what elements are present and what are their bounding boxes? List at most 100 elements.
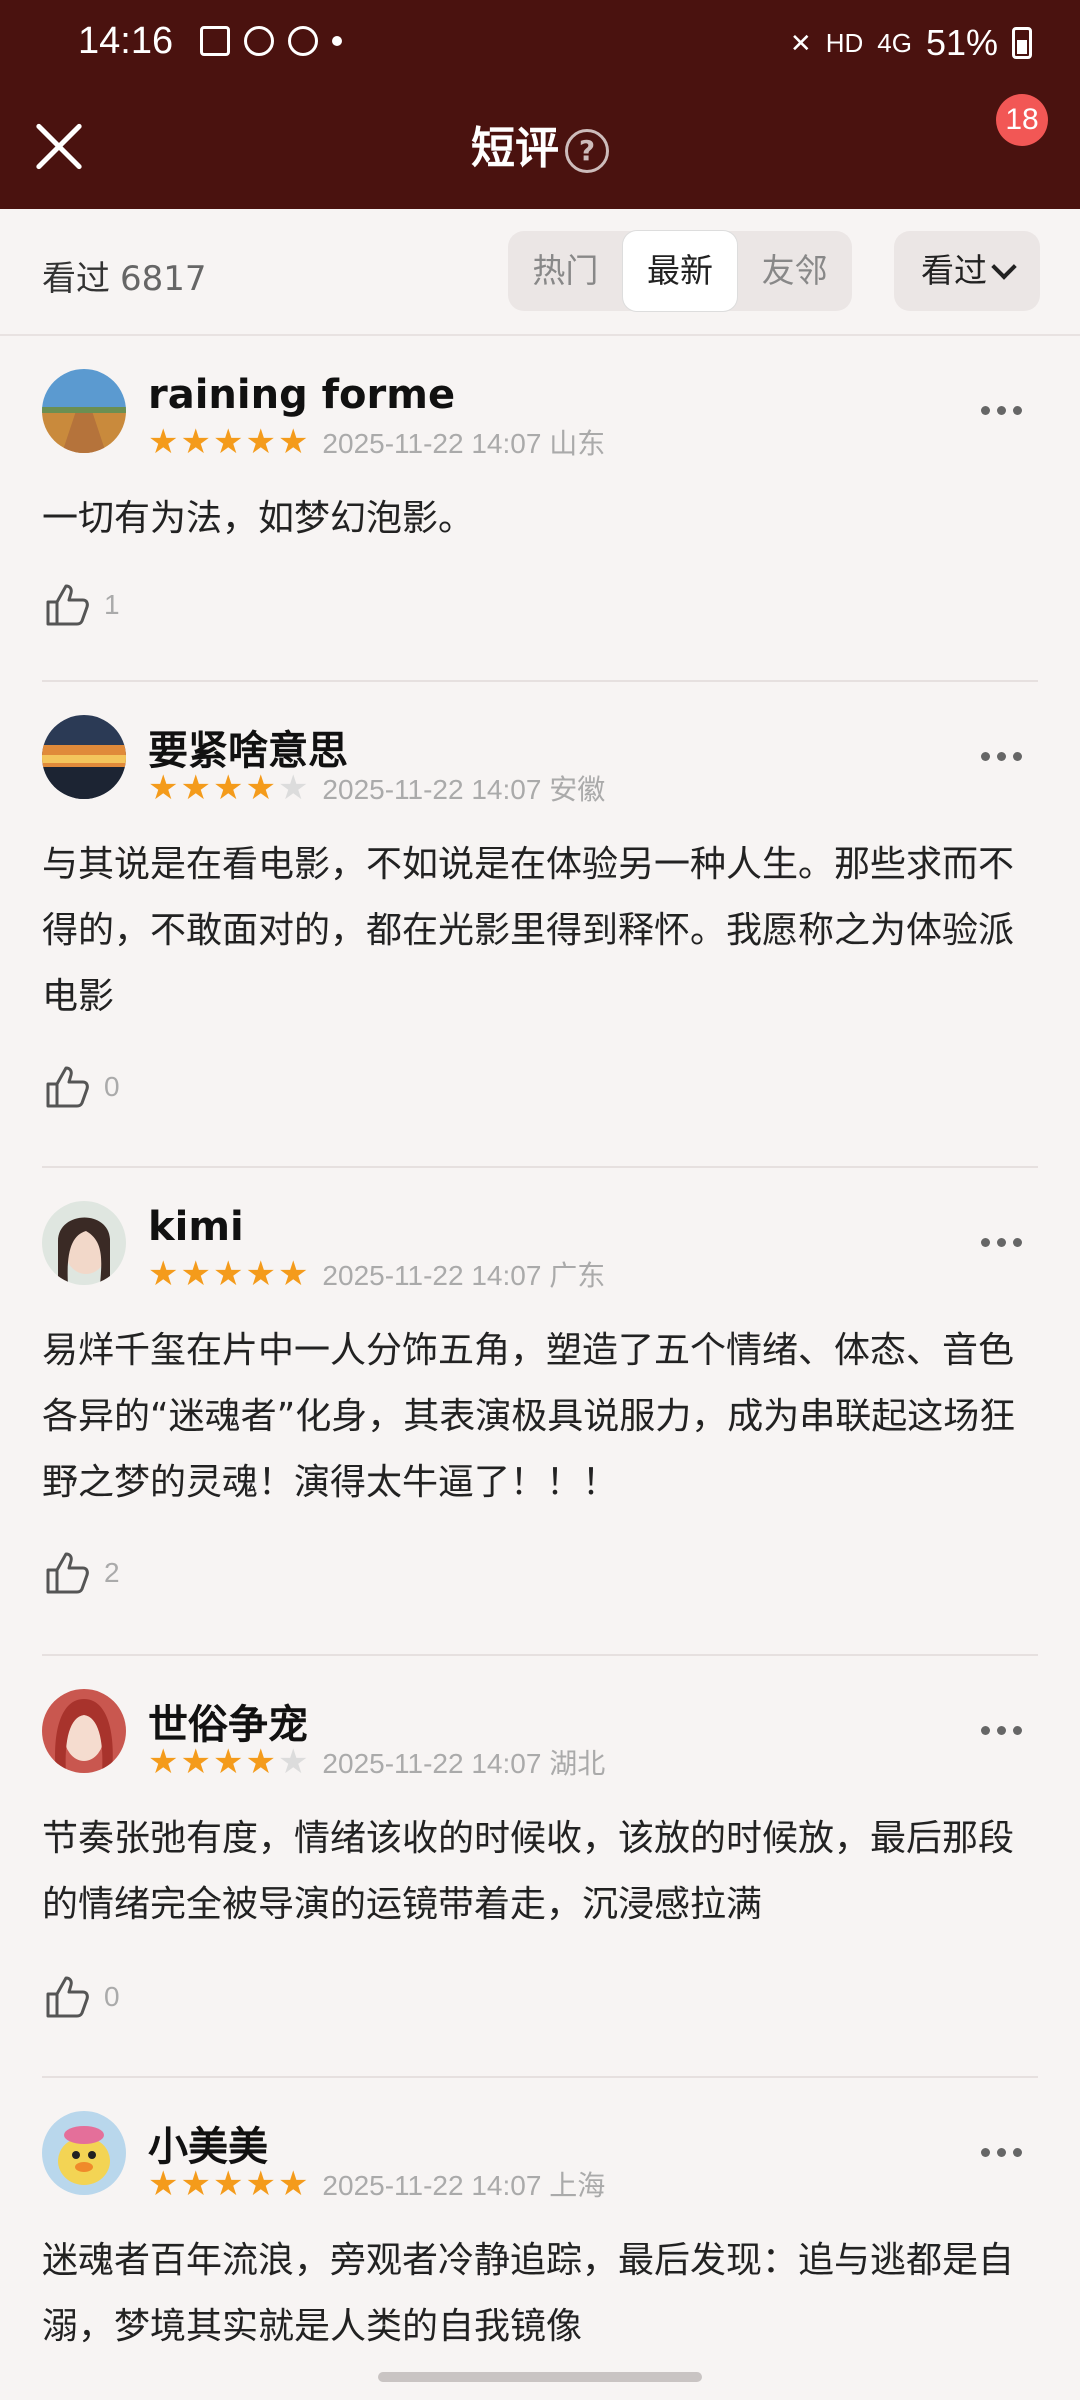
chevron-down-icon [991,254,1017,280]
like-count: 1 [104,589,120,620]
filter-bar: 看过 6817 热门 最新 友邻 看过 [0,209,1080,336]
image-icon [200,26,230,56]
more-icon[interactable] [981,752,1022,761]
rating-stars: ★ ★ ★ ★ ★ [148,1257,308,1291]
tab-latest[interactable]: 最新 [622,231,738,311]
like-count: 0 [104,1071,120,1102]
comment-item: 小美美 ★ ★ ★ ★ ★ 2025-11-22 14:07 上海 迷魂者百年流浪，旁观… [42,2078,1038,2378]
rating-stars: ★ ★ ★ ★ ★ [148,1745,308,1779]
more-icon[interactable] [981,1238,1022,1247]
notification-icons [200,26,342,56]
page-title-text: 短评 [471,123,559,174]
like-count: 0 [104,1981,120,2012]
top-bar: 14:16 ✕ HD 4G 51% 短评? 18 [0,0,1080,209]
star-filled-icon: ★ [277,2164,309,2204]
comment-meta: ★ ★ ★ ★ ★ 2025-11-22 14:07 湖北 [148,1742,605,1782]
like-button[interactable]: 0 [42,1972,120,2022]
star-filled-icon: ★ [212,2164,244,2204]
tab-friends[interactable]: 友邻 [737,231,852,311]
star-filled-icon: ★ [148,1254,179,1294]
star-filled-icon: ★ [212,1254,244,1294]
status-bar: 14:16 ✕ HD 4G 51% [0,0,1080,90]
more-icon[interactable] [981,2148,1022,2157]
more-icon[interactable] [981,406,1022,415]
comment-text: 与其说是在看电影，不如说是在体验另一种人生。那些求而不得的，不敢面对的，都在光影… [42,844,1015,1017]
comment-meta: ★ ★ ★ ★ ★ 2025-11-22 14:07 广东 [148,1254,605,1294]
thumbs-up-icon [46,1552,89,1594]
avatar[interactable] [42,715,126,799]
comment-meta: ★ ★ ★ ★ ★ 2025-11-22 14:07 山东 [148,422,605,462]
home-indicator[interactable] [378,2372,702,2382]
comment-date: 2025-11-22 14:07 广东 [322,1260,606,1291]
rating-stars: ★ ★ ★ ★ ★ [148,2167,308,2201]
page-title: 短评? [0,112,1080,176]
thumbs-up-icon [46,584,89,626]
status-time: 14:16 [78,20,174,62]
comment-date: 2025-11-22 14:07 安徽 [322,774,606,805]
avatar[interactable] [42,1689,126,1773]
star-empty-icon: ★ [277,768,309,808]
comment-item: 世俗争宠 ★ ★ ★ ★ ★ 2025-11-22 14:07 湖北 节奏张弛有度，情绪… [42,1656,1038,2078]
comment-text: 一切有为法，如梦幻泡影。 [42,498,475,539]
avatar[interactable] [42,1201,126,1285]
star-filled-icon: ★ [277,422,309,462]
rating-stars: ★ ★ ★ ★ ★ [148,771,308,805]
battery-percent: 51% [925,22,998,63]
username[interactable]: kimi [148,1204,244,1250]
like-count: 2 [104,1557,120,1588]
help-icon[interactable]: ? [565,129,609,173]
dropdown-label: 看过 [921,251,987,290]
star-filled-icon: ★ [180,768,211,808]
avatar[interactable] [42,369,126,453]
comment-meta: ★ ★ ★ ★ ★ 2025-11-22 14:07 安徽 [148,768,605,808]
star-filled-icon: ★ [245,1742,276,1782]
star-filled-icon: ★ [212,768,244,808]
more-icon[interactable] [981,1726,1022,1735]
comment-meta: ★ ★ ★ ★ ★ 2025-11-22 14:07 上海 [148,2164,605,2204]
seen-count: 看过 6817 [42,251,207,300]
seen-label: 看过 [42,259,110,299]
star-filled-icon: ★ [180,1742,211,1782]
comment-date: 2025-11-22 14:07 上海 [322,2170,606,2201]
star-filled-icon: ★ [180,422,211,462]
star-filled-icon: ★ [148,768,179,808]
star-filled-icon: ★ [245,768,276,808]
notification-badge[interactable]: 18 [996,94,1048,146]
thumbs-up-icon [46,1066,89,1108]
star-filled-icon: ★ [277,1254,309,1294]
sort-tabs: 热门 最新 友邻 [508,231,852,311]
app-icon [244,26,274,56]
comment-date: 2025-11-22 14:07 山东 [322,428,606,459]
network-label: 4G [877,27,912,58]
star-filled-icon: ★ [245,2164,276,2204]
comment-item: kimi ★ ★ ★ ★ ★ 2025-11-22 14:07 广东 易烊千玺在片中一人… [42,1168,1038,1656]
star-filled-icon: ★ [148,1742,179,1782]
star-empty-icon: ★ [277,1742,309,1782]
more-notifications-icon [332,36,342,46]
rating-stars: ★ ★ ★ ★ ★ [148,425,308,459]
hd-label: HD [825,27,864,58]
star-filled-icon: ★ [212,1742,244,1782]
thumbs-up-icon [46,1976,89,2018]
comment-text: 节奏张弛有度，情绪该收的时候收，该放的时候放，最后那段的情绪完全被导演的运镜带着… [42,1818,1015,1925]
like-button[interactable]: 2 [42,1548,120,1598]
username[interactable]: raining forme [148,372,455,418]
like-button[interactable]: 1 [42,580,120,630]
blocked-icon [288,26,318,56]
star-filled-icon: ★ [180,1254,211,1294]
tab-hot[interactable]: 热门 [508,231,623,311]
star-filled-icon: ★ [245,1254,276,1294]
comment-item: raining forme ★ ★ ★ ★ ★ 2025-11-22 14:07 山东 … [42,336,1038,682]
seen-filter-dropdown[interactable]: 看过 [894,231,1040,311]
comment-date: 2025-11-22 14:07 湖北 [322,1748,606,1779]
like-button[interactable]: 0 [42,1062,120,1112]
comment-text: 迷魂者百年流浪，旁观者冷静追踪，最后发现：追与逃都是自溺，梦境其实就是人类的自我… [42,2240,1015,2347]
battery-icon [1012,27,1032,59]
avatar[interactable] [42,2111,126,2195]
star-filled-icon: ★ [148,422,179,462]
system-icons: ✕ HD 4G 51% [790,22,1032,64]
comment-list: raining forme ★ ★ ★ ★ ★ 2025-11-22 14:07 山东 … [0,336,1080,2378]
mute-icon: ✕ [789,27,812,58]
comment-text: 易烊千玺在片中一人分饰五角，塑造了五个情绪、体态、音色各异的“迷魂者”化身，其表… [42,1330,1016,1503]
star-filled-icon: ★ [212,422,244,462]
